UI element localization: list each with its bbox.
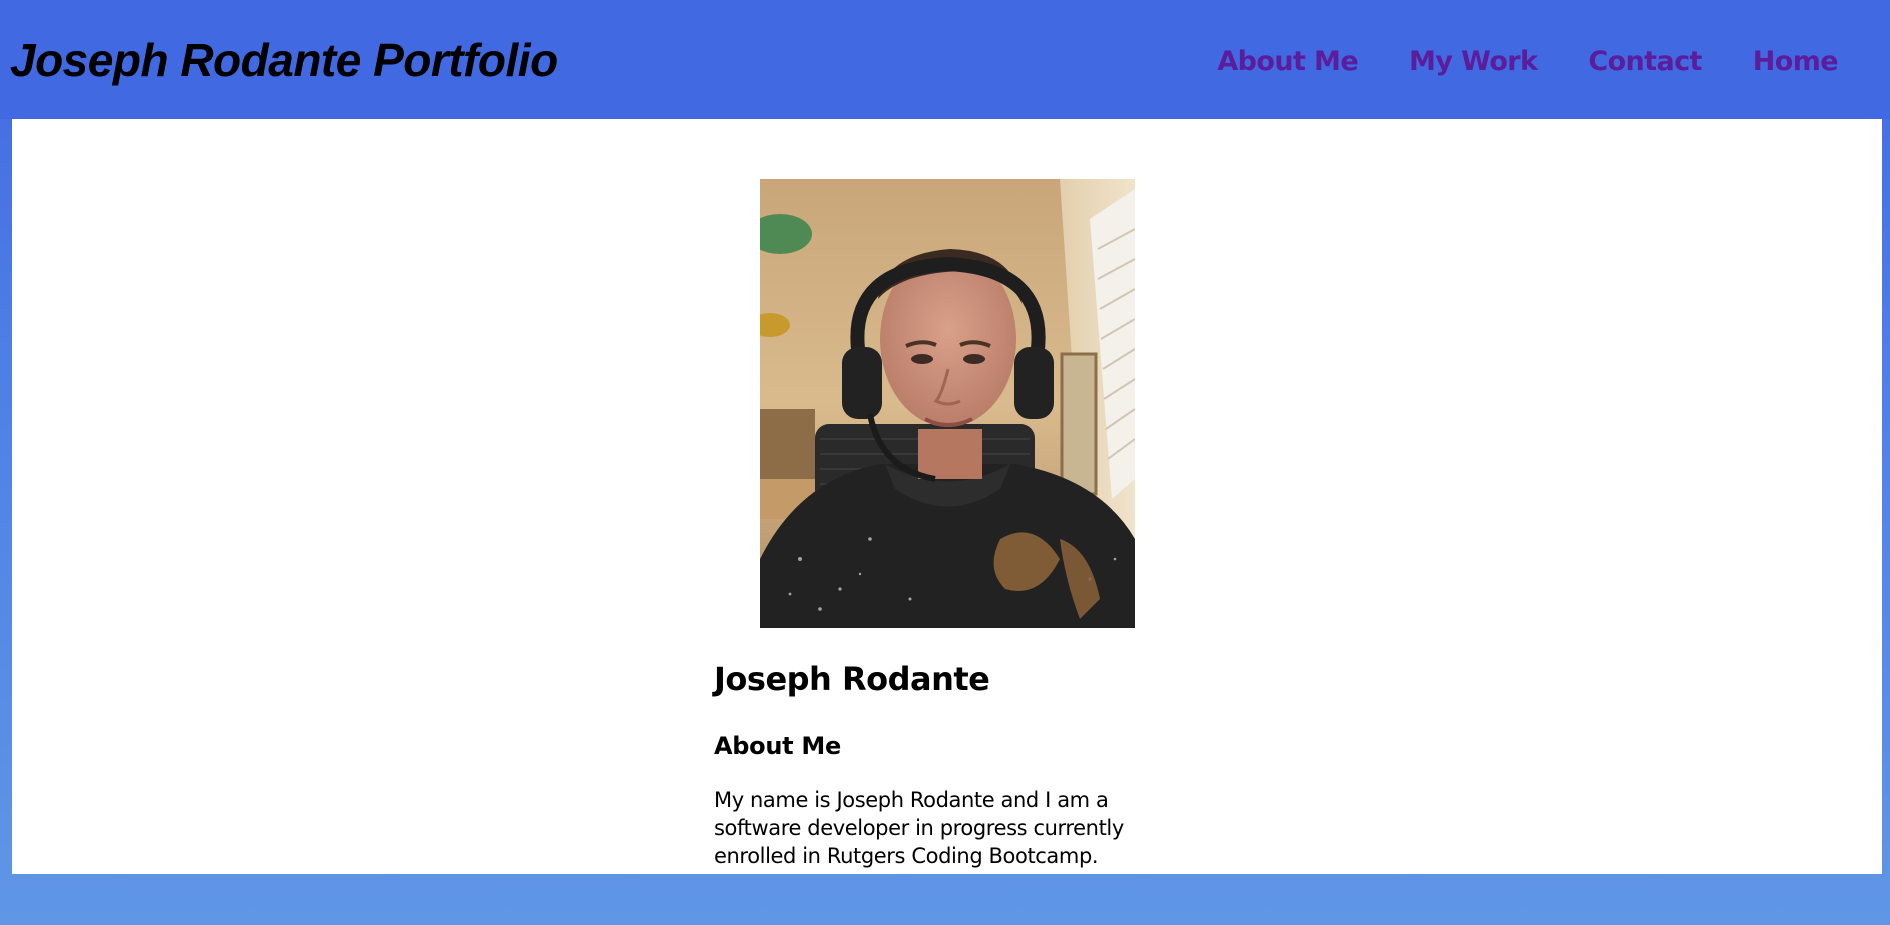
about-me-text: My name is Joseph Rodante and I am a sof… [714, 788, 1124, 868]
main-nav: About Me My Work Contact Home [1217, 40, 1838, 84]
nav-link-about-me[interactable]: About Me [1217, 40, 1358, 84]
site-title: Joseph Rodante Portfolio [10, 34, 558, 86]
about-me-heading: About Me [714, 732, 841, 760]
main-content: Joseph Rodante About Me My name is Josep… [12, 119, 1882, 874]
nav-link-home[interactable]: Home [1753, 40, 1839, 84]
profile-name: Joseph Rodante [714, 660, 990, 698]
site-header: Joseph Rodante Portfolio About Me My Wor… [0, 0, 1890, 119]
nav-link-contact[interactable]: Contact [1588, 40, 1702, 84]
nav-link-my-work[interactable]: My Work [1409, 40, 1538, 84]
profile-photo [760, 179, 1135, 628]
